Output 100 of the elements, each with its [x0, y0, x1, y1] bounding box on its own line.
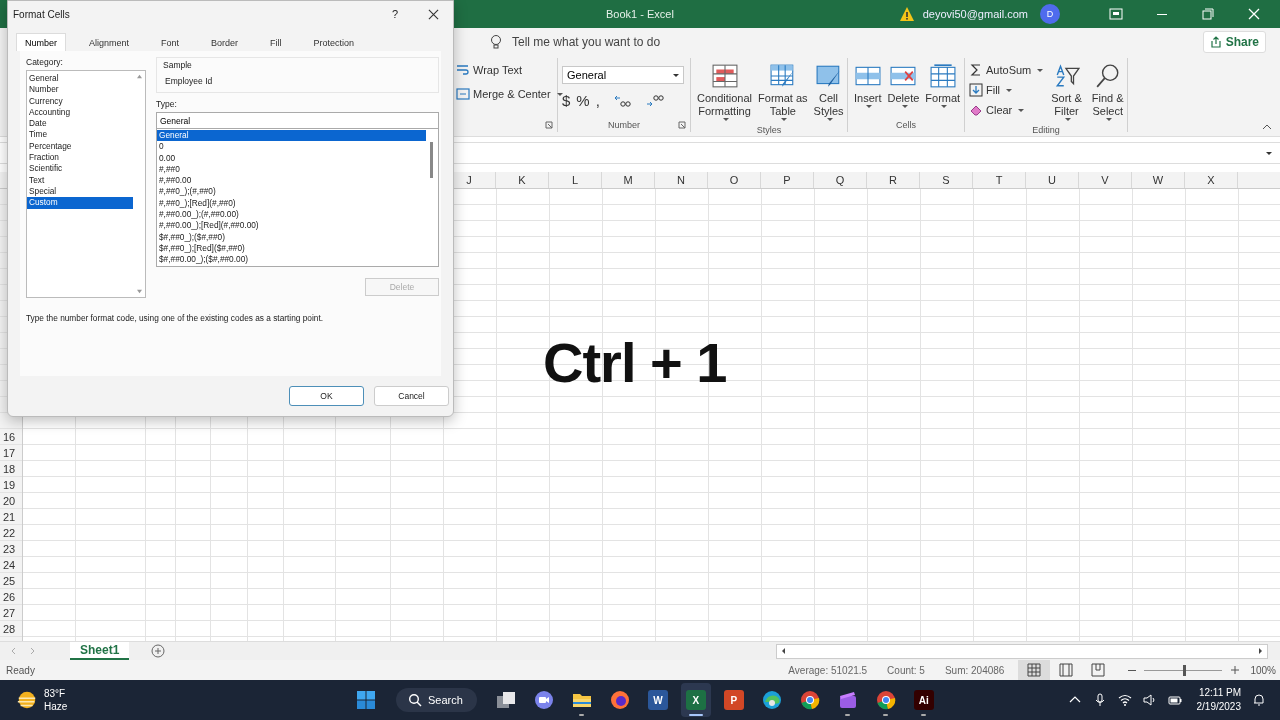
row-header[interactable]: 18: [3, 462, 16, 475]
row-header[interactable]: 28: [3, 622, 16, 635]
number-format-button[interactable]: %: [576, 92, 590, 109]
type-item[interactable]: 0: [157, 141, 426, 153]
column-header[interactable]: J: [466, 174, 472, 186]
column-header[interactable]: W: [1152, 174, 1164, 186]
clock-time[interactable]: 12:11 PM: [1198, 686, 1241, 700]
row-header[interactable]: 17: [3, 446, 16, 459]
column-header[interactable]: N: [677, 174, 685, 186]
start-icon[interactable]: [356, 690, 376, 710]
ribbon-button[interactable]: Merge & Center: [456, 84, 553, 104]
taskbar-search[interactable]: Search: [396, 688, 477, 712]
category-item[interactable]: Special: [27, 185, 133, 198]
ribbon-display-icon[interactable]: [1108, 6, 1124, 22]
column-header[interactable]: X: [1207, 174, 1215, 186]
row-header[interactable]: 23: [3, 542, 16, 555]
restore-icon[interactable]: [1200, 6, 1216, 22]
number-format-button[interactable]: ,: [595, 92, 600, 109]
taskbar-app[interactable]: X: [680, 683, 711, 717]
row-header[interactable]: 27: [3, 606, 16, 619]
ribbon-button[interactable]: Find & Select: [1089, 60, 1126, 123]
column-header[interactable]: V: [1101, 174, 1109, 186]
dialog-tab[interactable]: Alignment: [80, 33, 139, 51]
clock-date[interactable]: 2/19/2023: [1196, 700, 1241, 714]
row-header[interactable]: 22: [3, 526, 16, 539]
scroll-left-icon[interactable]: [780, 647, 788, 655]
row-header[interactable]: 24: [3, 558, 16, 571]
sheet-tab[interactable]: Sheet1: [70, 642, 130, 660]
category-list[interactable]: General Number Currency Accounting Date Time Percentage Fraction Scientific Text Special Custom: [26, 70, 146, 298]
category-item[interactable]: General: [27, 73, 133, 85]
category-item[interactable]: Scientific: [27, 163, 133, 175]
category-item[interactable]: Custom: [27, 197, 133, 209]
taskbar-app[interactable]: P: [718, 683, 749, 717]
type-item[interactable]: $#,##0_);($#,##0): [157, 231, 426, 243]
ribbon-button[interactable]: AutoSum: [969, 60, 1044, 80]
category-item[interactable]: Currency: [27, 95, 133, 107]
row-header[interactable]: 21: [3, 510, 16, 523]
type-item[interactable]: #,##0: [157, 163, 426, 176]
ribbon-button[interactable]: Sort & Filter: [1049, 60, 1084, 123]
row-header[interactable]: 16: [3, 430, 16, 443]
wifi-icon[interactable]: [1117, 693, 1132, 707]
taskbar-app[interactable]: Ai: [908, 683, 939, 717]
type-item[interactable]: #,##0_);[Red](#,##0): [157, 197, 426, 210]
row-header[interactable]: 25: [3, 574, 16, 587]
ribbon-button[interactable]: Insert: [852, 60, 884, 116]
ribbon-button[interactable]: Fill: [969, 80, 1013, 100]
haze-sun-icon[interactable]: [16, 689, 38, 711]
account-avatar[interactable]: D: [1040, 4, 1060, 24]
type-item[interactable]: #,##0_);(#,##0): [157, 186, 426, 198]
row-header[interactable]: 19: [3, 478, 16, 491]
ribbon-button[interactable]: Cell Styles: [811, 60, 846, 123]
category-item[interactable]: Percentage: [27, 140, 133, 153]
row-header[interactable]: 20: [3, 494, 16, 507]
zoom-level[interactable]: 100%: [1244, 664, 1276, 676]
taskbar-app[interactable]: W: [642, 683, 673, 717]
dialog-launcher-icon[interactable]: [545, 121, 553, 129]
category-item[interactable]: Time: [27, 129, 133, 141]
column-header[interactable]: O: [729, 174, 739, 186]
type-item[interactable]: #,##0.00_);[Red](#,##0.00): [157, 220, 426, 232]
add-sheet-icon[interactable]: [151, 644, 166, 658]
battery-icon[interactable]: [1167, 693, 1182, 707]
ribbon-button[interactable]: Format: [923, 60, 963, 116]
type-item[interactable]: #,##0.00: [157, 175, 426, 187]
close-icon[interactable]: [1246, 6, 1262, 22]
share-button[interactable]: Share: [1202, 31, 1266, 53]
view-button[interactable]: [1018, 660, 1051, 680]
dialog-tab[interactable]: Protection: [304, 33, 364, 51]
column-header[interactable]: P: [783, 174, 791, 186]
help-button[interactable]: ?: [391, 8, 398, 20]
scroll-down-icon[interactable]: [135, 289, 143, 294]
row-header[interactable]: 26: [3, 590, 16, 603]
ribbon-button[interactable]: Wrap Text: [456, 60, 553, 80]
account-email[interactable]: deyovi50@gmail.com: [922, 8, 1028, 20]
tell-me-field[interactable]: Tell me what you want to do: [512, 35, 661, 49]
category-item[interactable]: Accounting: [27, 106, 133, 119]
column-header[interactable]: M: [623, 174, 633, 186]
dialog-tab[interactable]: Font: [152, 33, 189, 51]
column-header[interactable]: Q: [835, 174, 845, 186]
dialog-button[interactable]: OK: [289, 386, 364, 406]
column-header[interactable]: U: [1048, 174, 1056, 186]
number-format-dropdown[interactable]: General: [562, 66, 684, 84]
category-item[interactable]: Number: [27, 84, 133, 96]
column-header[interactable]: L: [571, 174, 579, 186]
scroll-up-icon[interactable]: [135, 74, 143, 79]
notification-icon[interactable]: [1252, 693, 1266, 707]
ribbon-button[interactable]: Delete: [885, 60, 922, 116]
scroll-right-icon[interactable]: [1256, 647, 1264, 655]
speaker-icon[interactable]: [1142, 693, 1157, 707]
dialog-tab[interactable]: Number: [16, 33, 66, 51]
type-item[interactable]: General: [157, 130, 426, 142]
type-list[interactable]: General 0 0.00 #,##0 #,##0.00 #,##0_);(#,##0) #,##0_);[Red](#,##0) #,##0.00_);(#,##0.00) #,##0.00_);[Red](#,##0.00) $#,##0_);($#,##0) $#,##0_);[Red]($#,##0) $#,##0.00_);($#,##0.00): [156, 129, 439, 267]
increase-decimal-icon[interactable]: [613, 93, 632, 108]
column-header[interactable]: S: [942, 174, 950, 186]
zoom-in-icon[interactable]: [1230, 665, 1241, 675]
decrease-decimal-icon[interactable]: [645, 93, 664, 108]
collapse-ribbon-icon[interactable]: [1262, 124, 1272, 130]
ribbon-button[interactable]: Clear: [969, 100, 1025, 120]
type-item[interactable]: $#,##0_);[Red]($#,##0): [157, 242, 426, 255]
column-header[interactable]: R: [889, 174, 897, 186]
ribbon-button[interactable]: Conditional Formatting: [695, 60, 755, 123]
